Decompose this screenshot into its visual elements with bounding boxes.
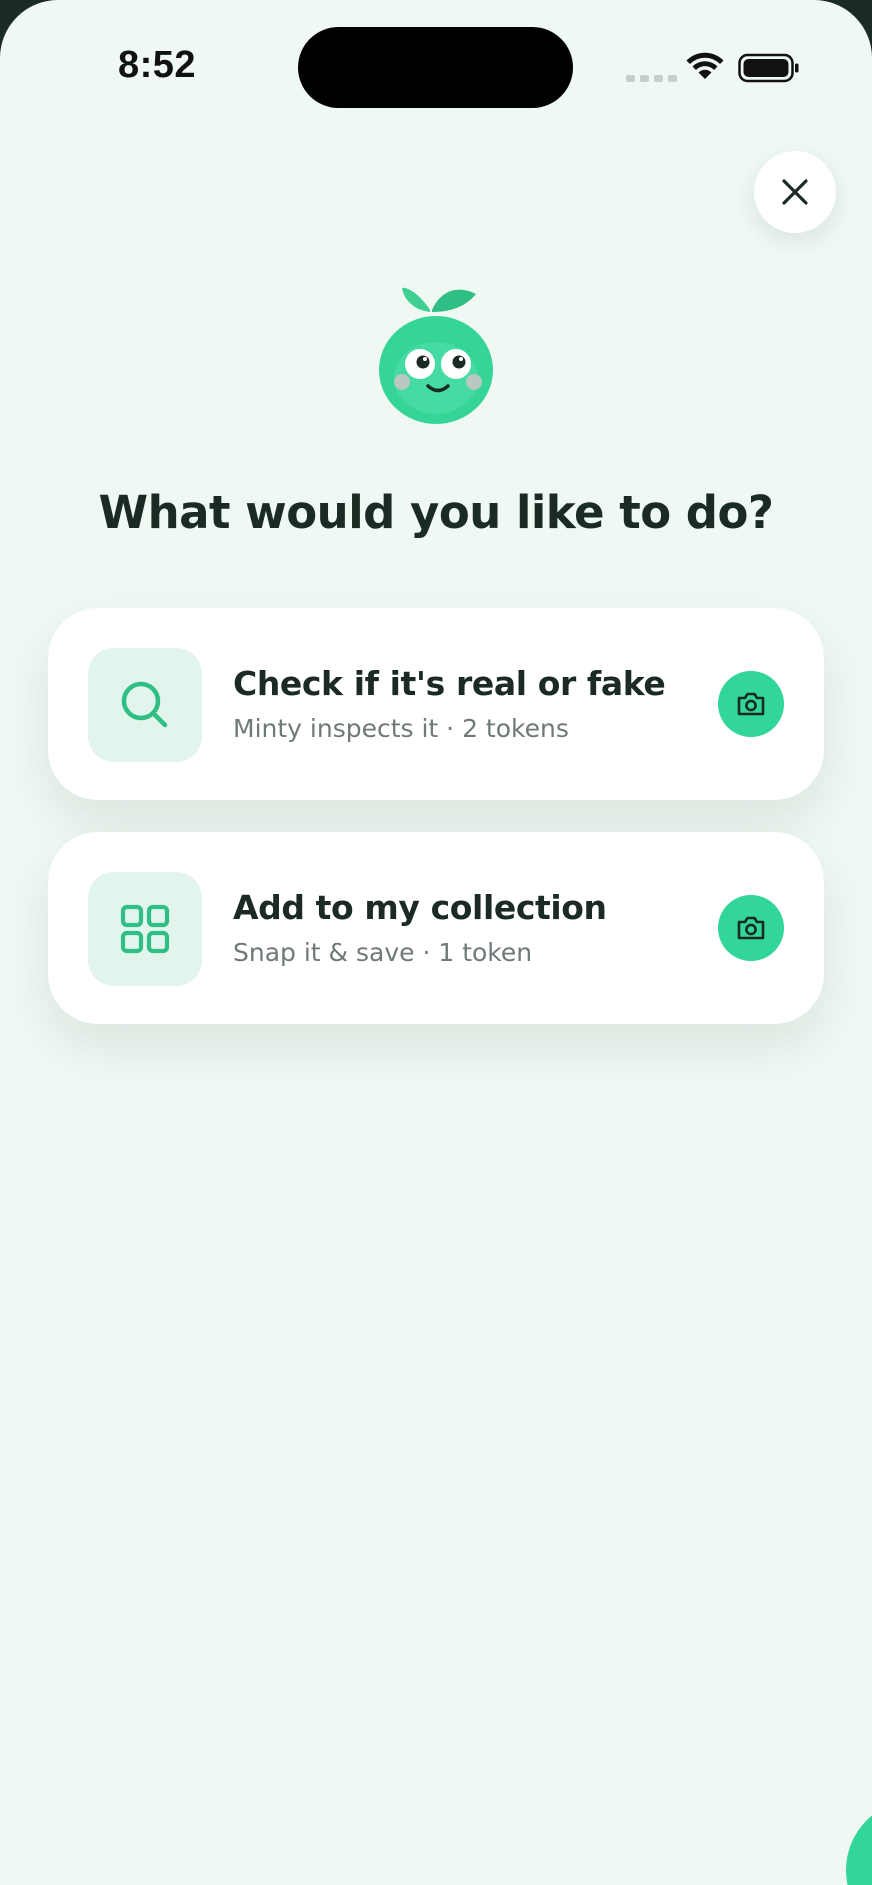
camera-icon: [737, 692, 765, 716]
camera-button[interactable]: [718, 671, 784, 737]
page-title: What would you like to do?: [98, 486, 774, 539]
close-icon: [782, 179, 808, 205]
dynamic-island: [298, 27, 573, 108]
card-subtitle: Snap it & save · 1 token: [233, 938, 533, 967]
card-icon-tile: [88, 648, 202, 762]
search-icon: [121, 681, 168, 728]
grid-icon: [120, 904, 170, 954]
option-card-check-authenticity[interactable]: Check if it's real or fake Minty inspect…: [48, 608, 824, 800]
card-subtitle: Minty inspects it · 2 tokens: [233, 714, 569, 743]
camera-icon: [737, 916, 765, 940]
wifi-icon: [686, 52, 724, 79]
card-title: Check if it's real or fake: [233, 664, 666, 703]
cellular-signal-icon: [626, 75, 677, 82]
option-card-add-to-collection[interactable]: Add to my collection Snap it & save · 1 …: [48, 832, 824, 1024]
floating-action-button[interactable]: [846, 1800, 872, 1885]
close-button[interactable]: [754, 151, 836, 233]
card-title: Add to my collection: [233, 888, 607, 927]
battery-icon: [738, 53, 799, 83]
camera-button[interactable]: [718, 895, 784, 961]
status-time: 8:52: [118, 44, 197, 86]
card-icon-tile: [88, 872, 202, 986]
app-screen: 8:52 What would you like to do? Check if…: [0, 0, 872, 1885]
mascot-icon: [379, 287, 493, 424]
